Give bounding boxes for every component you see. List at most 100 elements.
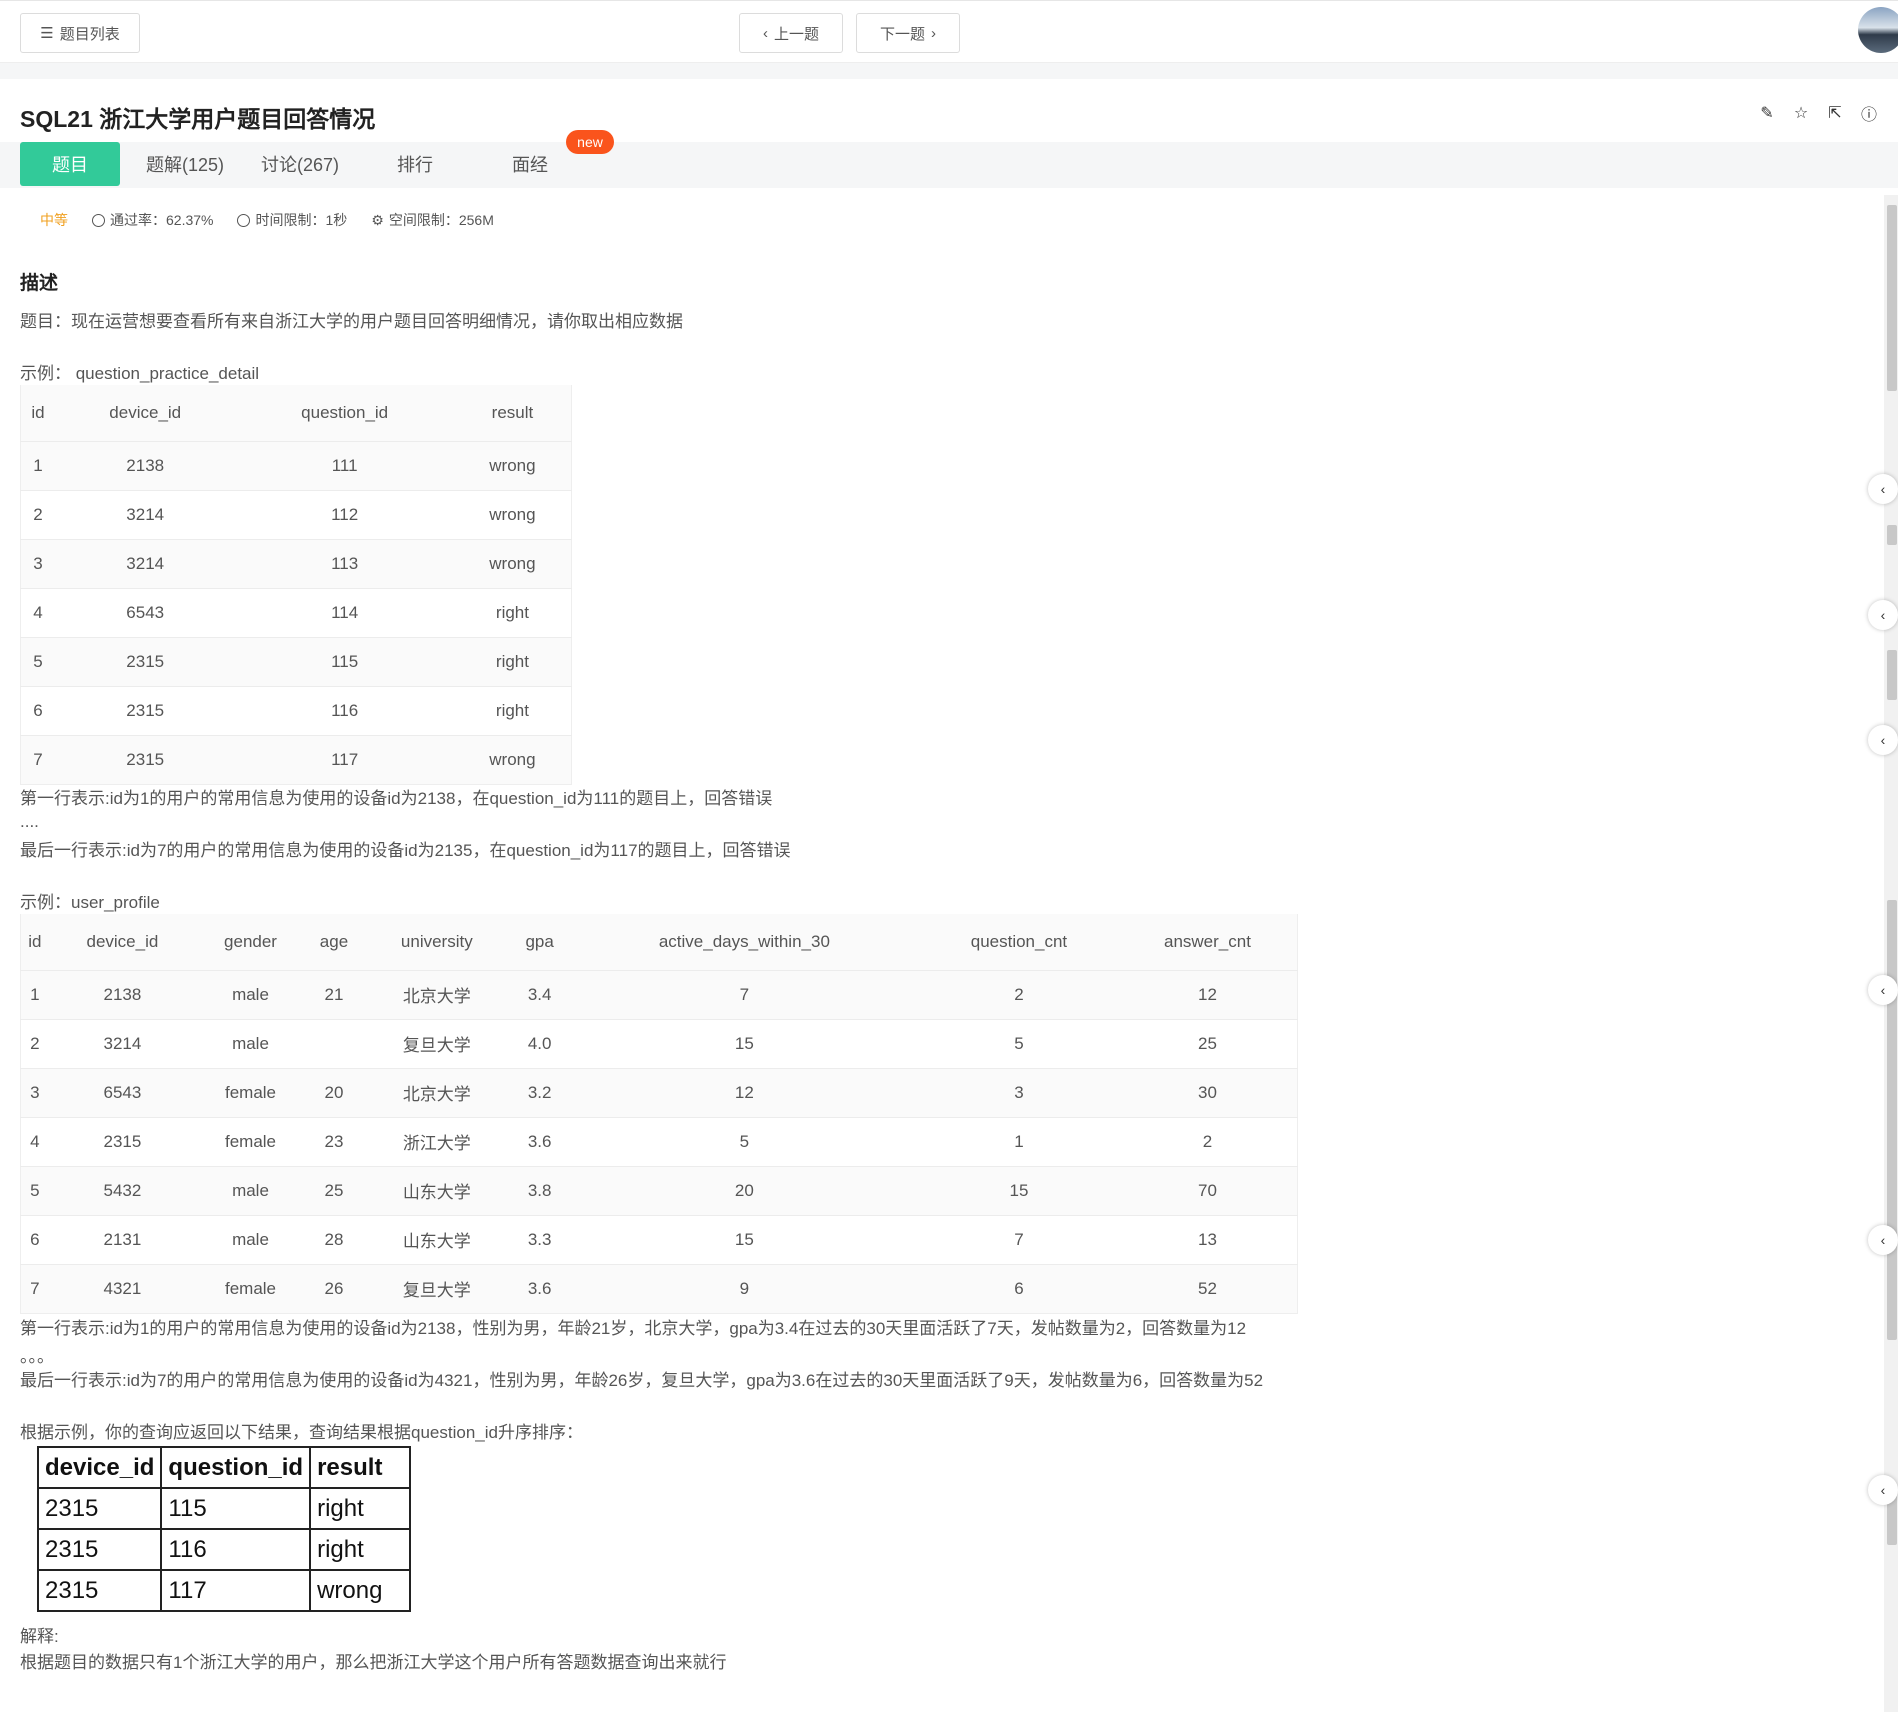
table-cell: 浙江大学 bbox=[363, 1116, 511, 1166]
next-problem-label: 下一题 bbox=[879, 25, 925, 43]
table-cell: 6 bbox=[20, 1214, 49, 1264]
table-cell: 117 bbox=[160, 1569, 312, 1612]
table-cell: 4 bbox=[20, 587, 55, 637]
table-cell: 1 bbox=[20, 440, 55, 490]
table-cell: 3 bbox=[919, 1067, 1118, 1117]
table-cell: 3.2 bbox=[510, 1067, 569, 1117]
table-cell: 9 bbox=[568, 1263, 920, 1313]
table-cell: 6543 bbox=[55, 587, 236, 637]
page-title: SQL21 浙江大学用户题目回答情况 bbox=[20, 106, 376, 132]
table-cell: 4 bbox=[20, 1116, 49, 1166]
column-header: gender bbox=[196, 914, 305, 970]
next-problem-button[interactable]: 下一题 › bbox=[856, 13, 960, 53]
table-cell: wrong bbox=[453, 489, 572, 539]
table-cell: 3 bbox=[20, 1067, 49, 1117]
tab-problem[interactable]: 题目 bbox=[20, 142, 120, 186]
scrollbar-thumb[interactable] bbox=[1887, 205, 1897, 391]
header-divider bbox=[0, 63, 1898, 79]
tab-interview[interactable]: 面经 bbox=[480, 142, 580, 186]
column-header: active_days_within_30 bbox=[568, 914, 920, 970]
table-cell: right bbox=[309, 1528, 412, 1571]
example1-label: 示例： question_practice_detail bbox=[20, 364, 260, 383]
column-header: device_id bbox=[48, 914, 197, 970]
explain-label: 解释: bbox=[20, 1627, 59, 1646]
report-icon[interactable]: ⓘ bbox=[1860, 104, 1878, 124]
column-header: answer_cnt bbox=[1117, 914, 1298, 970]
share-icon[interactable]: ⇱ bbox=[1826, 104, 1844, 122]
table-cell: 2315 bbox=[48, 1116, 197, 1166]
table-row: 4 6543 114 right bbox=[20, 587, 572, 637]
table-row: 1 2138 111 wrong bbox=[20, 440, 572, 490]
table-cell: 山东大学 bbox=[363, 1165, 511, 1215]
problem-list-button[interactable]: ☰ 题目列表 bbox=[20, 13, 140, 53]
table-row: 2 3214 male 复旦大学 4.0 15 5 25 bbox=[20, 1018, 1298, 1068]
table-cell: 28 bbox=[304, 1214, 364, 1264]
table-cell: 112 bbox=[235, 489, 454, 539]
tab-discussion[interactable]: 讨论(267) bbox=[250, 142, 350, 186]
table-cell: 1 bbox=[919, 1116, 1118, 1166]
table-cell: 116 bbox=[160, 1528, 312, 1571]
title-actions: ✎ ☆ ⇱ ⓘ bbox=[1758, 104, 1878, 124]
tab-ranking[interactable]: 排行 bbox=[365, 142, 465, 186]
table-cell: 2 bbox=[1117, 1116, 1298, 1166]
column-header: result bbox=[453, 385, 572, 441]
table-cell: 5 bbox=[20, 1165, 49, 1215]
table-cell bbox=[304, 1018, 364, 1068]
chevron-left-icon[interactable]: ‹ bbox=[1868, 1225, 1898, 1255]
table-cell: wrong bbox=[309, 1569, 412, 1612]
table-cell: 5432 bbox=[48, 1165, 197, 1215]
table-cell: 12 bbox=[568, 1067, 920, 1117]
table-header-row: device_id question_id result bbox=[36, 1446, 412, 1489]
table-cell: 3.8 bbox=[510, 1165, 569, 1215]
table-cell: 15 bbox=[568, 1018, 920, 1068]
table-cell: 4321 bbox=[48, 1263, 197, 1313]
table-cell: 26 bbox=[304, 1263, 364, 1313]
table-row: 2315 116 right bbox=[36, 1528, 412, 1571]
pass-rate-text: 通过率：62.37% bbox=[110, 212, 214, 228]
table-cell: female bbox=[196, 1116, 305, 1166]
table-row: 7 4321 female 26 复旦大学 3.6 9 6 52 bbox=[20, 1263, 1298, 1313]
tab-solutions[interactable]: 题解(125) bbox=[135, 142, 235, 186]
note1-last: 最后一行表示:id为7的用户的常用信息为使用的设备id为2135，在questi… bbox=[20, 841, 791, 860]
table-cell: 114 bbox=[235, 587, 454, 637]
chevron-left-icon[interactable]: ‹ bbox=[1868, 975, 1898, 1005]
description-intro: 题目：现在运营想要查看所有来自浙江大学的用户题目回答明细情况，请你取出相应数据 bbox=[20, 312, 683, 331]
scrollbar-segment bbox=[1887, 900, 1897, 1340]
table-cell: 6543 bbox=[48, 1067, 197, 1117]
table-row: 3 3214 113 wrong bbox=[20, 538, 572, 588]
prev-problem-label: 上一题 bbox=[773, 25, 819, 43]
prev-problem-button[interactable]: ‹ 上一题 bbox=[739, 13, 843, 53]
table-cell: 2315 bbox=[36, 1528, 163, 1571]
edit-icon[interactable]: ✎ bbox=[1758, 104, 1776, 122]
table-cell: 2138 bbox=[55, 440, 236, 490]
avatar[interactable] bbox=[1858, 7, 1898, 53]
chevron-left-icon[interactable]: ‹ bbox=[1868, 1475, 1898, 1505]
chevron-left-icon[interactable]: ‹ bbox=[1868, 600, 1898, 630]
table-cell: female bbox=[196, 1263, 305, 1313]
memory-icon: ⚙ bbox=[371, 211, 384, 228]
table-cell: 3.4 bbox=[510, 969, 569, 1019]
star-icon[interactable]: ☆ bbox=[1792, 104, 1810, 122]
table-cell: 北京大学 bbox=[363, 1067, 511, 1117]
table-cell: right bbox=[309, 1487, 412, 1530]
table-cell: 3214 bbox=[48, 1018, 197, 1068]
list-icon: ☰ bbox=[40, 25, 54, 42]
table-cell: 13 bbox=[1117, 1214, 1298, 1264]
chevron-left-icon[interactable]: ‹ bbox=[1868, 474, 1898, 504]
table-cell: male bbox=[196, 1165, 305, 1215]
table-cell: right bbox=[453, 685, 572, 735]
example2-label: 示例：user_profile bbox=[20, 893, 160, 912]
note1-dots: .... bbox=[20, 812, 39, 831]
note2-first: 第一行表示:id为1的用户的常用信息为使用的设备id为2138，性别为男，年龄2… bbox=[20, 1319, 1247, 1338]
table-cell: 6 bbox=[919, 1263, 1118, 1313]
table-cell: 3214 bbox=[55, 489, 236, 539]
column-header: question_cnt bbox=[919, 914, 1118, 970]
question-practice-detail-table: id device_id question_id result 1 2138 111 wro… bbox=[20, 385, 572, 785]
user-profile-table: id device_id gender age university gpa active_… bbox=[20, 914, 1298, 1314]
table-cell: 7 bbox=[919, 1214, 1118, 1264]
table-cell: 山东大学 bbox=[363, 1214, 511, 1264]
table-cell: 7 bbox=[568, 969, 920, 1019]
column-header: device_id bbox=[55, 385, 236, 441]
difficulty-badge: 中等 bbox=[40, 212, 68, 228]
chevron-left-icon[interactable]: ‹ bbox=[1868, 725, 1898, 755]
